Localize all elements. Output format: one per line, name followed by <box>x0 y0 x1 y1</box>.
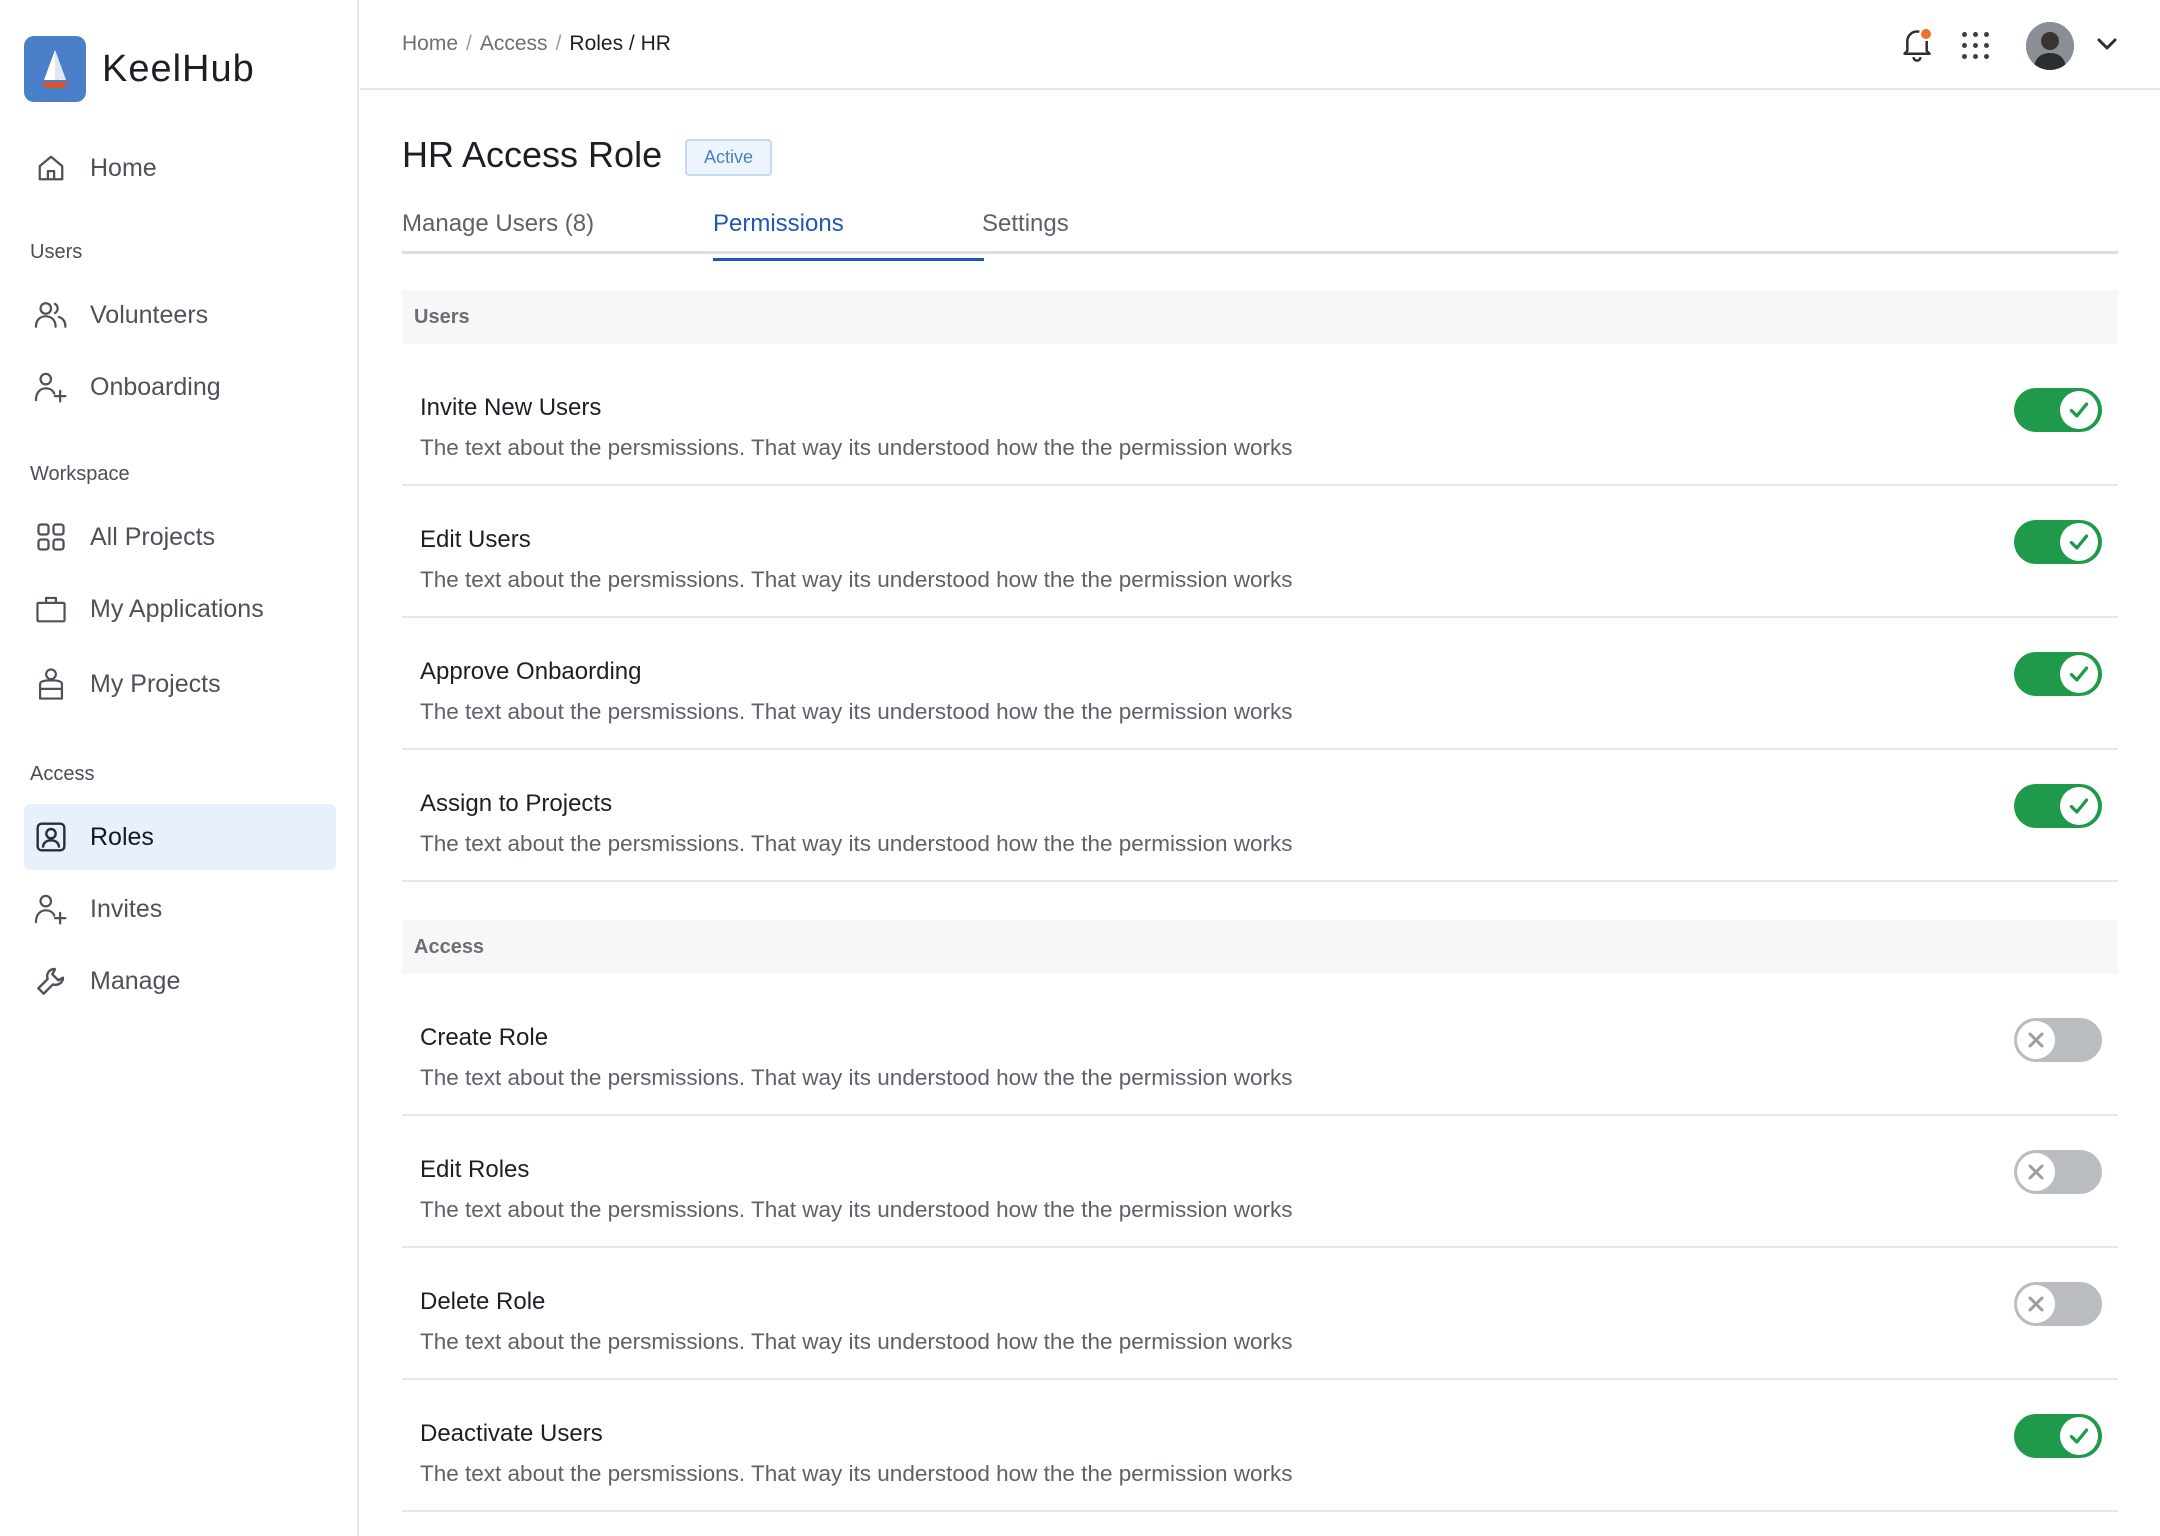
permission-title: Assign to Projects <box>420 790 613 817</box>
user-plus-icon <box>34 892 68 926</box>
avatar[interactable] <box>2026 22 2074 70</box>
sailboat-logo-icon <box>24 36 86 102</box>
sidebar-item-roles[interactable]: Roles <box>24 804 336 870</box>
sidebar-item-my-applications[interactable]: My Applications <box>24 576 336 642</box>
x-icon <box>2017 1021 2055 1059</box>
apps-grid-icon[interactable] <box>1962 32 1990 60</box>
grid-icon <box>34 520 68 554</box>
check-icon <box>2060 655 2098 693</box>
sidebar-item-home[interactable]: Home <box>24 135 336 201</box>
home-icon <box>34 151 68 185</box>
permission-title: Deactivate Users <box>420 1420 603 1447</box>
page-title: HR Access Role <box>402 134 663 175</box>
tab-settings[interactable]: Settings <box>982 210 1069 254</box>
permission-description: The text about the persmissions. That wa… <box>420 699 1293 724</box>
breadcrumb-separator: / <box>466 32 472 55</box>
permission-title: Edit Roles <box>420 1156 530 1183</box>
section-header-users: Users <box>402 290 2118 344</box>
permission-description: The text about the persmissions. That wa… <box>420 1065 1293 1090</box>
brand[interactable]: KeelHub <box>24 36 255 102</box>
user-plus-icon <box>34 370 68 404</box>
chevron-down-icon[interactable] <box>2096 36 2118 54</box>
permission-row: Delete Role The text about the persmissi… <box>402 1248 2118 1380</box>
permission-toggle[interactable] <box>2014 1414 2102 1458</box>
tab-permissions[interactable]: Permissions <box>713 210 844 254</box>
app-name: KeelHub <box>102 47 255 90</box>
sidebar-item-label: Roles <box>90 822 154 851</box>
sidebar: KeelHub Home Users Volunteers Onboarding… <box>0 0 359 1536</box>
permission-toggle[interactable] <box>2014 388 2102 432</box>
wrench-icon <box>34 964 68 998</box>
x-icon <box>2017 1153 2055 1191</box>
check-icon <box>2060 523 2098 561</box>
permission-description: The text about the persmissions. That wa… <box>420 1461 1293 1486</box>
permission-description: The text about the persmissions. That wa… <box>420 435 1293 460</box>
permission-toggle[interactable] <box>2014 1282 2102 1326</box>
breadcrumb-separator: / <box>555 32 562 55</box>
sidebar-item-label: My Applications <box>90 594 264 623</box>
permission-toggle[interactable] <box>2014 652 2102 696</box>
permission-row: Invite New Users The text about the pers… <box>402 354 2118 486</box>
permission-description: The text about the persmissions. That wa… <box>420 1329 1293 1354</box>
permission-row: Edit Users The text about the persmissio… <box>402 486 2118 618</box>
permission-title: Edit Users <box>420 526 531 553</box>
user-badge-icon <box>34 820 68 854</box>
permission-row: Deactivate Users The text about the pers… <box>402 1380 2118 1512</box>
user-desk-icon <box>34 667 68 701</box>
users-icon <box>34 298 68 332</box>
briefcase-icon <box>34 592 68 626</box>
sidebar-item-label: Home <box>90 153 157 182</box>
tab-manage-users[interactable]: Manage Users (8) <box>402 210 594 254</box>
permission-description: The text about the persmissions. That wa… <box>420 831 1293 856</box>
permission-row: Approve Onbaording The text about the pe… <box>402 618 2118 750</box>
permission-description: The text about the persmissions. That wa… <box>420 567 1293 592</box>
breadcrumb: Home / Access / Roles / HR <box>402 32 671 56</box>
section-header-access: Access <box>402 920 2118 974</box>
permission-row: Edit Roles The text about the persmissio… <box>402 1116 2118 1248</box>
permission-title: Invite New Users <box>420 394 602 421</box>
tab-bar: Manage Users (8) Permissions Settings <box>402 210 2118 254</box>
sidebar-item-invites[interactable]: Invites <box>24 876 336 942</box>
sidebar-item-label: All Projects <box>90 522 216 551</box>
permission-toggle[interactable] <box>2014 784 2102 828</box>
breadcrumb-current: Roles / HR <box>569 32 671 55</box>
sidebar-item-volunteers[interactable]: Volunteers <box>24 282 336 348</box>
sidebar-item-all-projects[interactable]: All Projects <box>24 504 336 570</box>
topbar: Home / Access / Roles / HR <box>360 0 2160 90</box>
notification-badge <box>1919 27 1933 41</box>
x-icon <box>2017 1285 2055 1323</box>
sidebar-item-manage[interactable]: Manage <box>24 948 336 1014</box>
section-title-users: Users <box>30 241 83 263</box>
permission-row: Create Role The text about the persmissi… <box>402 984 2118 1116</box>
active-tab-indicator <box>713 258 984 261</box>
breadcrumb-access[interactable]: Access <box>480 32 548 56</box>
sidebar-item-onboarding[interactable]: Onboarding <box>24 354 336 420</box>
check-icon <box>2060 391 2098 429</box>
status-badge: Active <box>685 139 773 176</box>
sidebar-item-label: Volunteers <box>90 300 209 329</box>
sidebar-item-label: Invites <box>90 894 163 923</box>
check-icon <box>2060 787 2098 825</box>
permission-row: Assign to Projects The text about the pe… <box>402 750 2118 882</box>
sidebar-item-label: My Projects <box>90 669 221 698</box>
breadcrumb-home[interactable]: Home <box>402 32 458 56</box>
section-title-access: Access <box>30 763 95 785</box>
permission-toggle[interactable] <box>2014 1018 2102 1062</box>
check-icon <box>2060 1417 2098 1455</box>
permission-description: The text about the persmissions. That wa… <box>420 1197 1293 1222</box>
permission-toggle[interactable] <box>2014 520 2102 564</box>
permission-title: Delete Role <box>420 1288 546 1315</box>
sidebar-item-label: Onboarding <box>90 372 221 401</box>
section-title-workspace: Workspace <box>30 463 130 485</box>
sidebar-item-my-projects[interactable]: My Projects <box>24 651 336 717</box>
permission-toggle[interactable] <box>2014 1150 2102 1194</box>
permission-title: Create Role <box>420 1024 549 1051</box>
sidebar-item-label: Manage <box>90 966 181 995</box>
permission-title: Approve Onbaording <box>420 658 642 685</box>
